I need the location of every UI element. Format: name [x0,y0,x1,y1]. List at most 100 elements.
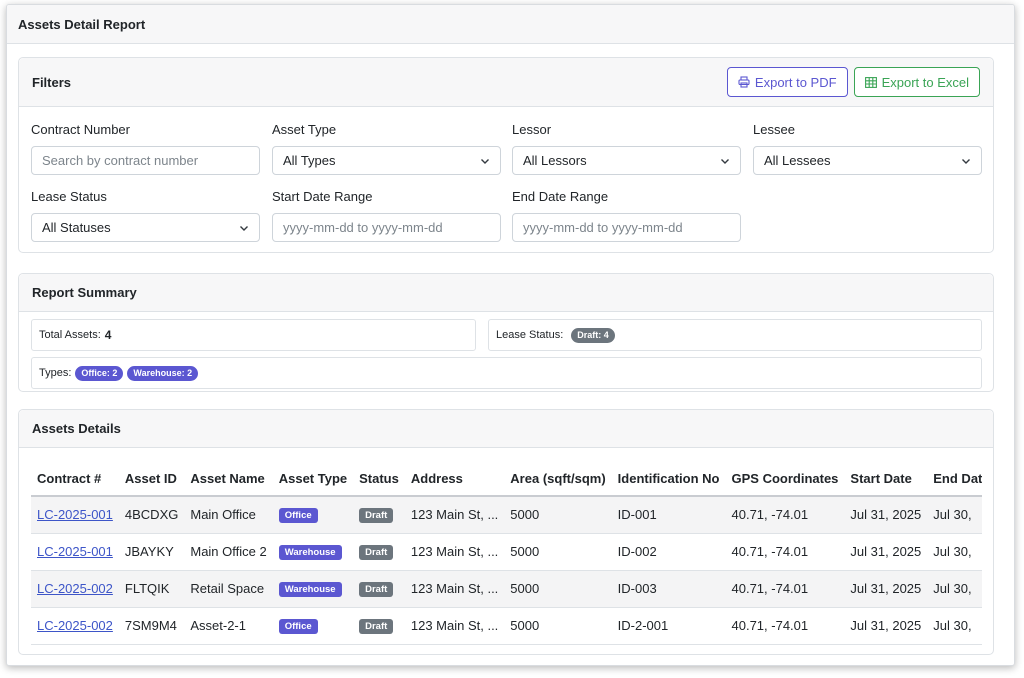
draft-count-badge: Draft: 4 [571,327,615,343]
asset-type-value: All Types [283,153,336,168]
status-badge: Draft [359,545,394,560]
col-status[interactable]: Status [353,462,405,497]
lease-status-label: Lease Status [31,189,107,204]
asset-type-cell: Warehouse [272,533,354,571]
col-identification[interactable]: Identification No [611,462,726,497]
end-date-cell: Jul 30, [927,607,982,645]
table-row: LC-2025-001 4BCDXG Main Office Office Dr… [31,496,982,534]
status-cell: Draft [353,533,405,571]
lessor-select[interactable]: All Lessors [512,146,741,175]
export-buttons: Export to PDF Export to Excel [726,67,980,97]
gps-cell: 40.71, -74.01 [725,607,845,645]
export-pdf-label: Export to PDF [754,74,837,90]
chevron-down-icon [240,225,248,231]
asset-id-cell: 7SM9M4 [118,607,185,645]
assets-table: Contract # Asset ID Asset Name Asset Typ… [31,462,982,645]
col-asset-type[interactable]: Asset Type [272,462,354,497]
types-label: Types: [39,367,72,379]
lease-status-summary-label: Lease Status: [496,329,564,341]
asset-type-filter: Asset Type All Types [272,122,501,175]
filters-header: Filters Export to PDF Export to Excel [19,58,993,107]
lessor-value: All Lessors [523,153,587,168]
contract-cell: LC-2025-001 [31,533,119,571]
contract-link[interactable]: LC-2025-002 [37,618,113,633]
end-date-cell: Jul 30, [927,570,982,608]
lessee-value: All Lessees [764,153,831,168]
type-office-badge: Office: 2 [75,365,124,381]
export-pdf-button[interactable]: Export to PDF [726,67,848,97]
contract-cell: LC-2025-002 [31,607,119,645]
asset-type-badge: Office [278,619,318,634]
table-row: LC-2025-001 JBAYKY Main Office 2 Warehou… [31,533,982,571]
status-cell: Draft [353,607,405,645]
gps-cell: 40.71, -74.01 [725,533,845,571]
table-row: LC-2025-002 7SM9M4 Asset-2-1 Office Draf… [31,607,982,645]
col-end-date[interactable]: End Date [927,462,982,497]
asset-id-cell: FLTQIK [118,570,185,608]
asset-type-cell: Warehouse [272,570,354,608]
details-header: Assets Details [19,410,993,448]
contract-link[interactable]: LC-2025-001 [37,544,113,559]
spreadsheet-icon [864,76,877,88]
contract-number-filter: Contract Number Search by contract numbe… [31,122,260,175]
col-address[interactable]: Address [404,462,505,497]
status-cell: Draft [353,570,405,608]
start-date-cell: Jul 31, 2025 [844,496,928,534]
asset-type-badge: Warehouse [278,545,342,560]
contract-number-label: Contract Number [31,122,130,137]
asset-name-cell: Main Office [184,496,273,534]
table-row: LC-2025-002 FLTQIK Retail Space Warehous… [31,570,982,608]
asset-name-cell: Asset-2-1 [184,607,273,645]
col-start-date[interactable]: Start Date [844,462,928,497]
total-assets-label: Total Assets: [39,329,101,341]
assets-table-scroll[interactable]: Contract # Asset ID Asset Name Asset Typ… [31,462,982,645]
asset-type-select[interactable]: All Types [272,146,501,175]
end-date-input[interactable]: yyyy-mm-dd to yyyy-mm-dd [512,213,741,242]
col-contract[interactable]: Contract # [31,462,119,497]
asset-type-label: Asset Type [272,122,337,137]
contract-link[interactable]: LC-2025-002 [37,581,113,596]
asset-type-cell: Office [272,496,354,534]
type-warehouse-badge: Warehouse: 2 [127,365,199,381]
start-date-label: Start Date Range [272,189,373,204]
col-gps[interactable]: GPS Coordinates [725,462,845,497]
summary-header: Report Summary [19,274,993,312]
types-box: Types: Office: 2 Warehouse: 2 [31,357,982,389]
lease-status-value: All Statuses [42,220,111,235]
end-date-cell: Jul 30, [927,496,982,534]
identification-cell: ID-002 [611,533,726,571]
end-date-cell: Jul 30, [927,533,982,571]
chevron-down-icon [962,158,970,164]
filter-grid: Contract Number Search by contract numbe… [19,107,993,253]
asset-id-cell: 4BCDXG [118,496,185,534]
asset-name-cell: Retail Space [184,570,273,608]
report-summary-card: Report Summary Total Assets: 4 Lease Sta… [18,273,994,392]
area-cell: 5000 [504,496,612,534]
col-asset-id[interactable]: Asset ID [118,462,185,497]
printer-icon [738,76,750,88]
export-excel-button[interactable]: Export to Excel [853,67,980,97]
col-area[interactable]: Area (sqft/sqm) [504,462,612,497]
col-asset-name[interactable]: Asset Name [184,462,273,497]
address-cell: 123 Main St, ... [404,533,505,571]
asset-type-badge: Office [278,508,318,524]
total-assets-box: Total Assets: 4 [31,319,476,351]
chevron-down-icon [721,158,729,164]
status-badge: Draft [359,508,394,524]
end-date-label: End Date Range [512,189,609,204]
identification-cell: ID-003 [611,570,726,608]
lease-status-box: Lease Status: Draft: 4 [488,319,982,351]
contract-number-input[interactable]: Search by contract number [31,146,260,175]
identification-cell: ID-2-001 [611,607,726,645]
area-cell: 5000 [504,533,612,571]
lease-status-select[interactable]: All Statuses [31,213,260,242]
status-badge: Draft [359,619,394,634]
contract-link[interactable]: LC-2025-001 [37,507,113,522]
contract-cell: LC-2025-001 [31,496,119,534]
filters-title: Filters [32,74,72,90]
filters-card: Filters Export to PDF Export to Excel Co… [18,57,994,253]
lessee-select[interactable]: All Lessees [753,146,982,175]
contract-cell: LC-2025-002 [31,570,119,608]
table-header-row: Contract # Asset ID Asset Name Asset Typ… [31,462,982,497]
start-date-input[interactable]: yyyy-mm-dd to yyyy-mm-dd [272,213,501,242]
